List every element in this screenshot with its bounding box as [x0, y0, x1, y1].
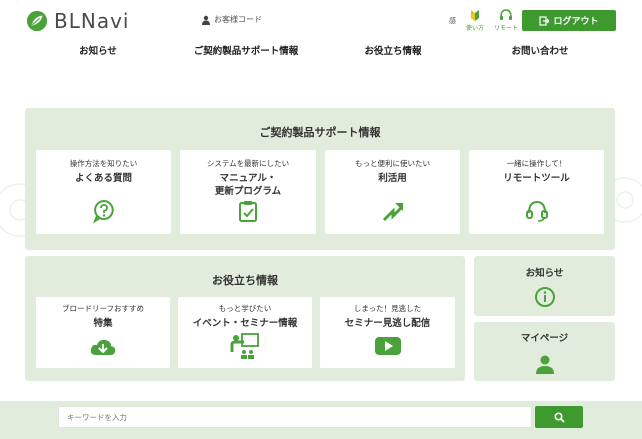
nav-item-support[interactable]: ご契約製品サポート情報: [194, 43, 299, 57]
useful-title: お役立ち情報: [212, 275, 278, 287]
utilization-card[interactable]: もっと便利に使いたい 利活用: [325, 150, 460, 234]
search-button[interactable]: [535, 406, 583, 428]
card-title: リモートツール: [503, 173, 570, 184]
card-title: 利活用: [378, 173, 407, 184]
feature-card[interactable]: ブロードリーフおすすめ 特集: [36, 297, 170, 368]
card-title: よくある質問: [74, 173, 132, 184]
search-input[interactable]: [58, 406, 532, 428]
mypage-title: マイページ: [520, 333, 569, 344]
customer-code-label: お客様コード: [214, 15, 262, 24]
usage-label: 使い方: [466, 26, 485, 32]
person-icon: [202, 15, 210, 25]
headset-icon: [500, 9, 513, 20]
card-subtitle: 一緒に操作して！: [506, 159, 567, 168]
card-subtitle: ブロードリーフおすすめ: [61, 304, 145, 313]
card-title: セミナー見逃し配信: [344, 318, 431, 329]
support-panel: ご契約製品サポート情報 操作方法を知りたい よくある質問 システムを最新にしたい…: [25, 108, 615, 250]
news-panel[interactable]: お知らせ: [474, 256, 615, 316]
card-subtitle: もっと便利に使いたい: [355, 159, 430, 168]
search-icon: [553, 411, 565, 423]
event-card[interactable]: もっと学びたい イベント・セミナー情報: [178, 297, 312, 368]
headset-icon: [525, 200, 548, 222]
logout-icon: [539, 15, 550, 26]
beginner-mark-icon: [471, 10, 479, 21]
remote-label: リモート: [494, 26, 519, 32]
card-title: 特集: [93, 318, 113, 329]
remote-link[interactable]: リモート: [494, 9, 518, 32]
misc-symbol: 感: [449, 17, 456, 25]
faq-card[interactable]: 操作方法を知りたい よくある質問: [36, 150, 171, 234]
clipboard-check-icon: [239, 201, 257, 222]
trend-arrow-icon: [382, 203, 403, 222]
support-title: ご契約製品サポート情報: [259, 127, 381, 139]
manual-card[interactable]: システムを最新にしたい マニュアル・ 更新プログラム: [180, 150, 316, 234]
customer-code: お客様コード: [201, 14, 262, 25]
user-icon: [536, 355, 554, 374]
card-title: マニュアル・ 更新プログラム: [214, 173, 282, 197]
usage-link[interactable]: 使い方: [466, 9, 484, 32]
remote-tool-card[interactable]: 一緒に操作して！ リモートツール: [469, 150, 604, 234]
app-logo[interactable]: BLNavi: [26, 7, 146, 35]
logout-button[interactable]: ログアウト: [522, 10, 616, 31]
seminar-icon: [230, 333, 259, 359]
play-video-icon: [374, 337, 401, 355]
card-subtitle: もっと学びたい: [218, 304, 272, 313]
question-icon: [92, 199, 114, 223]
card-subtitle: しまった！見逃した: [353, 304, 422, 313]
nav-item-contact[interactable]: お問い合わせ: [511, 43, 568, 57]
nav-item-useful[interactable]: お役立ち情報: [364, 43, 421, 57]
main-nav: お知らせ ご契約製品サポート情報 お役立ち情報 お問い合わせ: [0, 43, 642, 57]
missed-seminar-card[interactable]: しまった！見逃した セミナー見逃し配信: [320, 297, 455, 368]
cloud-download-icon: [90, 339, 116, 355]
card-subtitle: 操作方法を知りたい: [69, 159, 138, 168]
header-tools: 感 使い方 リモート: [449, 9, 518, 32]
logo-leaf-icon: [26, 10, 48, 32]
card-subtitle: システムを最新にしたい: [206, 159, 290, 168]
useful-panel: お役立ち情報 ブロードリーフおすすめ 特集 もっと学びたい イベント・セミナー情…: [25, 256, 465, 381]
info-icon: [535, 287, 555, 307]
news-title: お知らせ: [525, 268, 564, 279]
mypage-panel[interactable]: マイページ: [474, 322, 615, 381]
logout-label: ログアウト: [553, 16, 599, 26]
card-title: イベント・セミナー情報: [192, 318, 298, 329]
logo-text: BLNavi: [54, 9, 130, 33]
nav-item-news[interactable]: お知らせ: [79, 43, 117, 57]
